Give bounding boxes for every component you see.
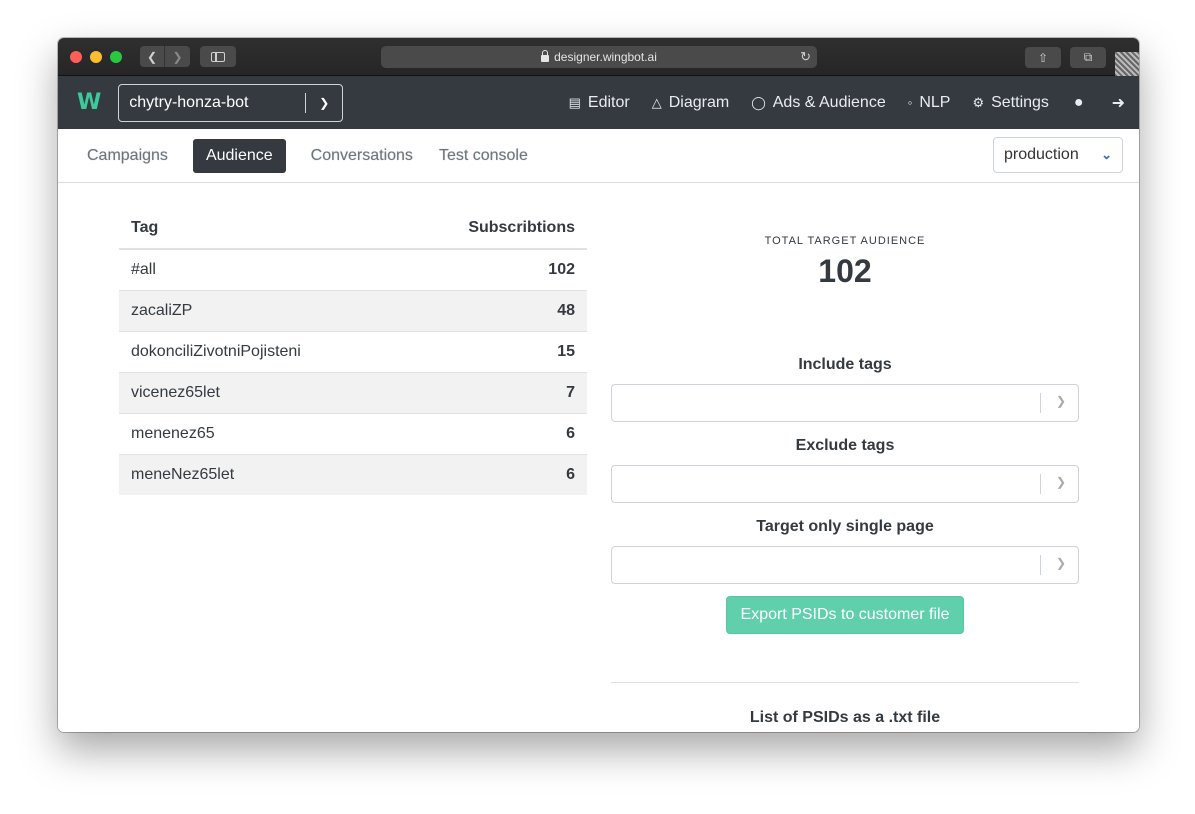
tab-test-console[interactable]: Test console — [426, 139, 541, 173]
count-cell: 102 — [398, 248, 587, 290]
table-row: dokonciliZivotniPojisteni 15 — [119, 330, 587, 372]
app-navbar: W chytry-honza-bot ❯ ▤ Editor △ Diagram … — [58, 76, 1139, 129]
nav-editor-label: Editor — [587, 93, 630, 111]
tag-cell: menenez65 — [119, 412, 399, 454]
nav-editor[interactable]: ▤ Editor — [558, 94, 641, 112]
include-tags-label: Include tags — [798, 356, 892, 373]
tabs-icon: ⧉ — [1083, 50, 1093, 64]
window-controls — [70, 50, 122, 63]
nav-ads-audience[interactable]: ◯ Ads & Audience — [740, 94, 897, 112]
close-window-button[interactable] — [70, 50, 82, 63]
tag-cell: #all — [119, 248, 399, 290]
chevron-down-icon: ⌄ — [1101, 147, 1112, 162]
reload-icon[interactable]: ↻ — [800, 49, 811, 65]
chevron-right-icon: ❯ — [172, 49, 183, 64]
tag-cell: vicenez65let — [119, 371, 399, 413]
user-icon: ● — [1073, 93, 1084, 111]
minimize-window-button[interactable] — [90, 50, 102, 63]
zoom-window-button[interactable] — [110, 50, 122, 63]
chevron-down-icon: ❯ — [1055, 475, 1066, 489]
exclude-tags-select[interactable]: ❯ — [611, 465, 1079, 503]
nav-ads-label: Ads & Audience — [772, 93, 886, 111]
nav-nlp-label: NLP — [919, 93, 951, 111]
browser-toolbar: ❮ ❯ designer.wingbot.ai ↻ ⇧ ⧉ — [58, 38, 1139, 76]
single-page-label: Target only single page — [756, 518, 934, 535]
logout-button[interactable]: ➜ — [1098, 93, 1139, 113]
export-psids-button[interactable]: Export PSIDs to customer file — [725, 596, 965, 634]
chevron-left-icon: ❮ — [146, 49, 158, 64]
nav-settings-label: Settings — [991, 93, 1049, 111]
column-header-subscriptions: Subscribtions — [398, 207, 587, 250]
cogs-icon: ⚙ — [972, 94, 985, 110]
main-nav: ▤ Editor △ Diagram ◯ Ads & Audience ◦ NL… — [558, 76, 1139, 129]
sidebar-toggle-button[interactable] — [200, 46, 236, 67]
user-profile-button[interactable]: ● — [1060, 94, 1098, 112]
table-row: vicenez65let 7 — [119, 371, 587, 413]
nav-diagram-label: Diagram — [668, 93, 730, 111]
tab-campaigns[interactable]: Campaigns — [74, 139, 181, 173]
count-cell: 7 — [398, 371, 587, 413]
include-tags-select[interactable]: ❯ — [611, 384, 1079, 422]
chevron-down-icon: ❯ — [1055, 556, 1066, 570]
chevron-down-icon[interactable]: ❯ — [306, 96, 342, 110]
history-buttons: ❮ ❯ — [140, 46, 190, 67]
total-audience-value: 102 — [818, 253, 872, 289]
total-audience-label: TOTAL TARGET AUDIENCE — [764, 235, 926, 247]
url-text: designer.wingbot.ai — [554, 50, 657, 64]
chevron-down-icon: ❯ — [1055, 394, 1066, 408]
list-alt-icon: ▤ — [568, 94, 581, 110]
count-cell: 6 — [398, 453, 587, 495]
tag-cell: dokonciliZivotniPojisteni — [119, 330, 399, 372]
count-cell: 15 — [398, 330, 587, 372]
table-row: menenez65 6 — [119, 412, 587, 454]
nav-settings[interactable]: ⚙ Settings — [961, 94, 1059, 112]
environment-select[interactable]: production ⌄ — [993, 137, 1123, 173]
table-row: #all 102 — [119, 248, 587, 290]
lock-icon — [541, 49, 550, 62]
count-cell: 6 — [398, 412, 587, 454]
browser-window: ❮ ❯ designer.wingbot.ai ↻ ⇧ ⧉ W chytry-h… — [58, 38, 1139, 732]
address-bar[interactable]: designer.wingbot.ai ↻ — [381, 46, 817, 68]
tag-cell: meneNez65let — [119, 453, 399, 495]
column-header-tag: Tag — [119, 207, 399, 250]
single-page-select[interactable]: ❯ — [611, 546, 1079, 584]
tabs-overview-button[interactable]: ⧉ — [1070, 47, 1106, 68]
comment-icon: ◯ — [751, 94, 766, 110]
back-button[interactable]: ❮ — [140, 46, 165, 67]
count-cell: 48 — [398, 289, 587, 331]
audience-panel: TOTAL TARGET AUDIENCE 102 Include tags ❯… — [611, 183, 1079, 727]
tag-cell: zacaliZP — [119, 289, 399, 331]
bot-select[interactable]: chytry-honza-bot ❯ — [118, 83, 344, 122]
resize-corner — [1115, 52, 1139, 76]
sub-navbar: Campaigns Audience Conversations Test co… — [58, 129, 1139, 183]
table-row: meneNez65let 6 — [119, 453, 587, 495]
sidebar-icon — [211, 51, 225, 62]
select-separator — [1040, 555, 1041, 575]
main-content: Tag Subscribtions #all 102 zacaliZP 48 d… — [58, 183, 1139, 732]
select-separator — [1040, 393, 1041, 413]
share-icon: ⇧ — [1037, 50, 1049, 65]
lightbulb-icon: ◦ — [907, 95, 913, 110]
exclude-tags-label: Exclude tags — [795, 437, 895, 454]
share-button[interactable]: ⇧ — [1025, 47, 1061, 68]
tab-conversations[interactable]: Conversations — [298, 139, 426, 173]
forward-button[interactable]: ❯ — [165, 46, 190, 67]
tab-audience[interactable]: Audience — [192, 138, 286, 173]
tags-table: Tag Subscribtions #all 102 zacaliZP 48 d… — [119, 207, 587, 495]
table-header-row: Tag Subscribtions — [119, 207, 587, 250]
divider — [611, 682, 1079, 683]
select-separator — [1040, 474, 1041, 494]
nav-diagram[interactable]: △ Diagram — [641, 94, 740, 112]
environment-select-value: production — [1004, 146, 1079, 163]
sitemap-icon: △ — [651, 94, 662, 110]
nav-nlp[interactable]: ◦ NLP — [897, 94, 962, 112]
bot-select-value: chytry-honza-bot — [129, 93, 249, 111]
psid-list-title: List of PSIDs as a .txt file — [749, 709, 941, 726]
sign-out-icon: ➜ — [1111, 94, 1125, 112]
wingbot-logo[interactable]: W — [77, 90, 101, 115]
table-row: zacaliZP 48 — [119, 289, 587, 331]
